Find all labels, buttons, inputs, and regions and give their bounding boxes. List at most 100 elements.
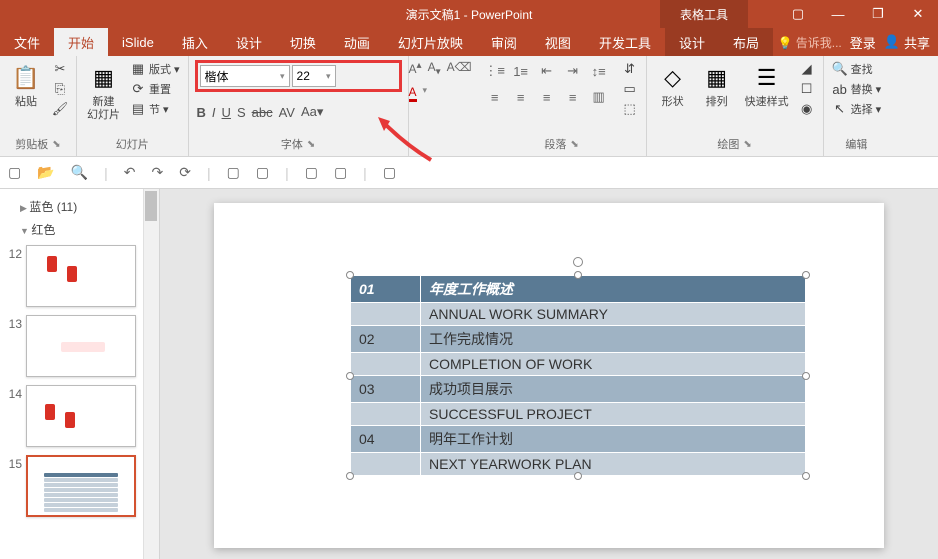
increase-font-button[interactable]: A▴: [409, 60, 422, 77]
decrease-font-button[interactable]: A▾: [428, 60, 441, 77]
cell-r3-en[interactable]: NEXT YEARWORK PLAN: [421, 453, 806, 476]
columns-button[interactable]: ▥: [588, 86, 610, 108]
close-button[interactable]: ✕: [898, 0, 938, 28]
cell-r1-en-num[interactable]: [351, 353, 421, 376]
shape-outline-button[interactable]: ☐: [797, 80, 817, 98]
cell-r0-en-num[interactable]: [351, 303, 421, 326]
tab-slideshow[interactable]: 幻灯片放映: [384, 28, 477, 56]
align-right-button[interactable]: ≡: [536, 86, 558, 108]
shadow-button[interactable]: S: [237, 105, 246, 120]
increase-indent-button[interactable]: ⇥: [562, 60, 584, 82]
char-spacing-button[interactable]: AV: [279, 105, 295, 120]
clipboard-launcher[interactable]: ⬊: [52, 139, 60, 150]
align-text-button[interactable]: ▭: [620, 80, 640, 98]
resize-handle-sw[interactable]: [346, 472, 354, 480]
align-left-button[interactable]: ≡: [484, 86, 506, 108]
tab-design[interactable]: 设计: [222, 28, 276, 56]
bold-button[interactable]: B: [197, 105, 206, 120]
thumb-12[interactable]: 12: [0, 241, 159, 311]
outline-group-red[interactable]: 红色: [0, 218, 159, 241]
restore-button[interactable]: ❐: [858, 0, 898, 28]
thumb-13[interactable]: 13: [0, 311, 159, 381]
cell-r3-zh[interactable]: 明年工作计划: [421, 426, 806, 453]
shapes-button[interactable]: ◇ 形状: [653, 60, 693, 111]
qat-btn1[interactable]: ▢: [227, 164, 240, 181]
tab-animations[interactable]: 动画: [330, 28, 384, 56]
qat-refresh-icon[interactable]: ⟳: [179, 164, 191, 181]
cell-r0-en[interactable]: ANNUAL WORK SUMMARY: [421, 303, 806, 326]
cell-r2-num[interactable]: 03: [351, 376, 421, 403]
copy-button[interactable]: ⎘: [50, 80, 70, 98]
line-spacing-button[interactable]: ↕≡: [588, 60, 610, 82]
font-launcher[interactable]: ⬊: [307, 139, 315, 150]
resize-handle-ne[interactable]: [802, 271, 810, 279]
qat-btn4[interactable]: ▢: [334, 164, 347, 181]
section-button[interactable]: ▤节 ▾: [128, 100, 182, 118]
numbering-button[interactable]: 1≡: [510, 60, 532, 82]
decrease-indent-button[interactable]: ⇤: [536, 60, 558, 82]
align-center-button[interactable]: ≡: [510, 86, 532, 108]
ribbon-options-icon[interactable]: ▢: [778, 0, 818, 28]
qat-btn2[interactable]: ▢: [256, 164, 269, 181]
cell-r1-zh[interactable]: 工作完成情况: [421, 326, 806, 353]
cell-r0-num[interactable]: 01: [351, 276, 421, 303]
cell-r0-zh[interactable]: 年度工作概述: [421, 276, 806, 303]
qat-undo-icon[interactable]: ↶: [124, 164, 136, 181]
bullets-button[interactable]: ⋮≡: [484, 60, 506, 82]
select-button[interactable]: ↖选择 ▾: [830, 100, 884, 118]
shape-fill-button[interactable]: ◢: [797, 60, 817, 78]
share-button[interactable]: 👤 共享: [884, 33, 930, 52]
outline-group-blue[interactable]: 蓝色 (11): [0, 195, 159, 218]
tab-table-layout[interactable]: 布局: [719, 28, 773, 56]
change-case-button[interactable]: Aa▾: [301, 104, 323, 120]
tab-review[interactable]: 审阅: [477, 28, 531, 56]
slide-canvas[interactable]: 01年度工作概述 ANNUAL WORK SUMMARY 02工作完成情况 CO…: [160, 189, 938, 559]
justify-button[interactable]: ≡: [562, 86, 584, 108]
replace-button[interactable]: ab替换 ▾: [830, 80, 884, 98]
format-painter-button[interactable]: 🖌: [50, 100, 70, 118]
quick-styles-button[interactable]: ☰ 快速样式: [741, 60, 793, 111]
tab-insert[interactable]: 插入: [168, 28, 222, 56]
tab-table-design[interactable]: 设计: [665, 28, 719, 56]
thumb-15[interactable]: 15: [0, 451, 159, 521]
tab-transitions[interactable]: 切换: [276, 28, 330, 56]
qat-redo-icon[interactable]: ↷: [151, 164, 163, 181]
italic-button[interactable]: I: [212, 105, 216, 120]
qat-open-icon[interactable]: 📂: [37, 164, 54, 181]
cell-r3-num[interactable]: 04: [351, 426, 421, 453]
reset-button[interactable]: ⟳重置: [128, 80, 182, 98]
text-direction-button[interactable]: ⇵: [620, 60, 640, 78]
arrange-button[interactable]: ▦ 排列: [697, 60, 737, 111]
thumb-14[interactable]: 14: [0, 381, 159, 451]
layout-button[interactable]: ▦版式 ▾: [128, 60, 182, 78]
smartart-button[interactable]: ⬚: [620, 100, 640, 118]
tab-islide[interactable]: iSlide: [108, 28, 168, 56]
panel-scrollbar[interactable]: [143, 189, 159, 559]
qat-new-icon[interactable]: ▢: [8, 164, 21, 181]
cell-r2-en-num[interactable]: [351, 403, 421, 426]
login-button[interactable]: 登录: [850, 33, 876, 52]
minimize-button[interactable]: —: [818, 0, 858, 28]
font-color-button[interactable]: A: [409, 85, 417, 102]
underline-button[interactable]: U: [222, 105, 231, 120]
strike-button[interactable]: abc: [252, 105, 273, 120]
qat-btn5[interactable]: ▢: [383, 164, 396, 181]
tab-file[interactable]: 文件: [0, 28, 54, 56]
qat-save-icon[interactable]: 🔍: [71, 164, 88, 181]
cell-r2-zh[interactable]: 成功项目展示: [421, 376, 806, 403]
clear-format-button[interactable]: A⌫: [447, 60, 472, 77]
resize-handle-n[interactable]: [574, 271, 582, 279]
find-button[interactable]: 🔍查找: [830, 60, 884, 78]
selected-table[interactable]: 01年度工作概述 ANNUAL WORK SUMMARY 02工作完成情况 CO…: [350, 275, 806, 476]
cell-r1-num[interactable]: 02: [351, 326, 421, 353]
resize-handle-s[interactable]: [574, 472, 582, 480]
cut-button[interactable]: ✂: [50, 60, 70, 78]
paragraph-launcher[interactable]: ⬊: [570, 139, 578, 150]
resize-handle-nw[interactable]: [346, 271, 354, 279]
rotate-handle[interactable]: [573, 257, 583, 267]
font-size-input[interactable]: 22▾: [292, 65, 336, 87]
cell-r2-en[interactable]: SUCCESSFUL PROJECT: [421, 403, 806, 426]
cell-r1-en[interactable]: COMPLETION OF WORK: [421, 353, 806, 376]
resize-handle-e[interactable]: [802, 372, 810, 380]
tab-view[interactable]: 视图: [531, 28, 585, 56]
